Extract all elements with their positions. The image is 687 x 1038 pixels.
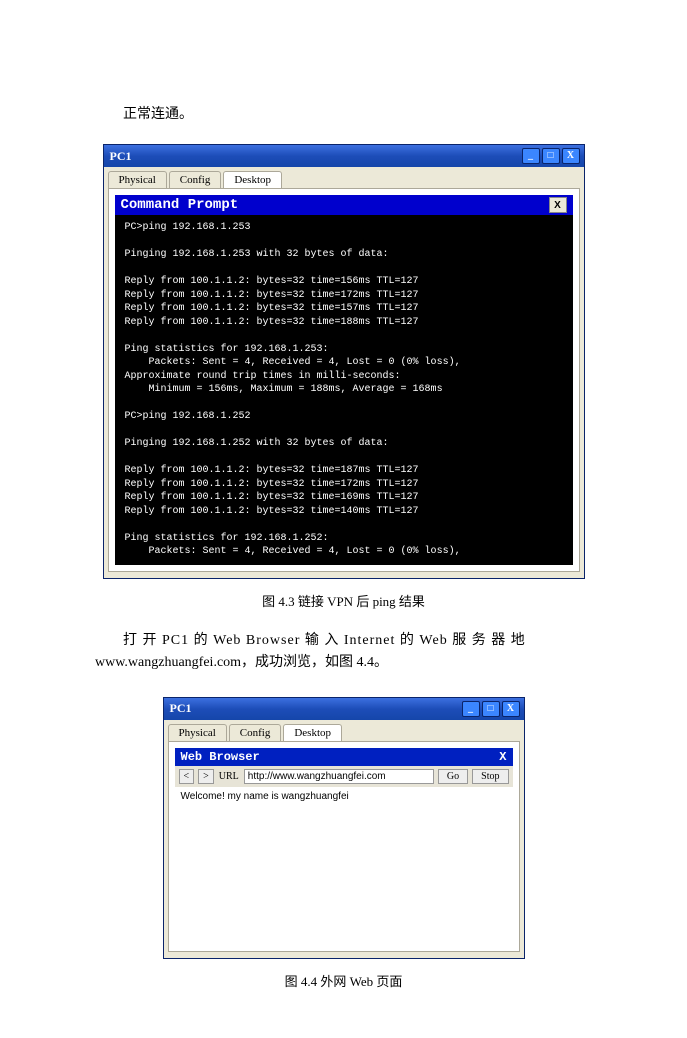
command-prompt-close-icon[interactable]: X <box>549 197 567 213</box>
mid-paragraph-line2: www.wangzhuangfei.com，成功浏览，如图 4.4。 <box>95 652 592 674</box>
url-label: URL <box>218 771 240 782</box>
stop-button[interactable]: Stop <box>472 769 508 784</box>
desktop-panel: Command Prompt X PC>ping 192.168.1.253 P… <box>108 188 580 572</box>
window-controls: _ □ X <box>522 148 580 164</box>
intro-paragraph: 正常连通。 <box>95 104 592 126</box>
url-toolbar: < > URL Go Stop <box>175 766 513 787</box>
tab-desktop-2[interactable]: Desktop <box>283 724 342 741</box>
figure-4-4: PC1 _ □ X Physical Config Desktop Web Br… <box>95 697 592 990</box>
command-prompt-title: Command Prompt <box>121 197 239 213</box>
tab-physical-2[interactable]: Physical <box>168 724 227 741</box>
document-page: 正常连通。 PC1 _ □ X Physical Config Desktop … <box>0 0 687 1038</box>
url-input[interactable] <box>244 769 434 784</box>
web-browser-titlebar: Web Browser X <box>175 748 513 766</box>
mid-paragraph-line1: 打 开 PC1 的 Web Browser 输 入 Internet 的 Web… <box>95 630 592 652</box>
tab-physical[interactable]: Physical <box>108 171 167 188</box>
back-button[interactable]: < <box>179 769 195 784</box>
tab-desktop[interactable]: Desktop <box>223 171 282 188</box>
web-browser-close-icon[interactable]: X <box>499 750 506 764</box>
window-title-2: PC1 <box>168 701 192 716</box>
window-controls-2: _ □ X <box>462 701 520 717</box>
pc1-window-2: PC1 _ □ X Physical Config Desktop Web Br… <box>163 697 525 959</box>
figure-4-4-caption: 图 4.4 外网 Web 页面 <box>95 971 592 990</box>
pc1-window: PC1 _ □ X Physical Config Desktop Comman… <box>103 144 585 579</box>
close-icon[interactable]: X <box>562 148 580 164</box>
tab-config[interactable]: Config <box>169 171 222 188</box>
figure-4-3: PC1 _ □ X Physical Config Desktop Comman… <box>95 144 592 610</box>
window-titlebar-2: PC1 _ □ X <box>164 698 524 720</box>
web-page-content: Welcome! my name is wangzhuangfei <box>175 787 513 945</box>
web-browser-title: Web Browser <box>181 750 260 764</box>
figure-4-3-caption: 图 4.3 链接 VPN 后 ping 结果 <box>95 591 592 610</box>
window-titlebar: PC1 _ □ X <box>104 145 584 167</box>
desktop-panel-2: Web Browser X < > URL Go Stop Welcome! m… <box>168 741 520 952</box>
command-prompt-titlebar: Command Prompt X <box>115 195 573 215</box>
go-button[interactable]: Go <box>438 769 468 784</box>
minimize-icon[interactable]: _ <box>522 148 540 164</box>
tab-bar: Physical Config Desktop <box>104 167 584 188</box>
forward-button[interactable]: > <box>198 769 214 784</box>
window-title: PC1 <box>108 149 132 164</box>
maximize-icon[interactable]: □ <box>482 701 500 717</box>
maximize-icon[interactable]: □ <box>542 148 560 164</box>
tab-config-2[interactable]: Config <box>229 724 282 741</box>
minimize-icon[interactable]: _ <box>462 701 480 717</box>
tab-bar-2: Physical Config Desktop <box>164 720 524 741</box>
terminal-output[interactable]: PC>ping 192.168.1.253 Pinging 192.168.1.… <box>115 215 573 565</box>
close-icon[interactable]: X <box>502 701 520 717</box>
